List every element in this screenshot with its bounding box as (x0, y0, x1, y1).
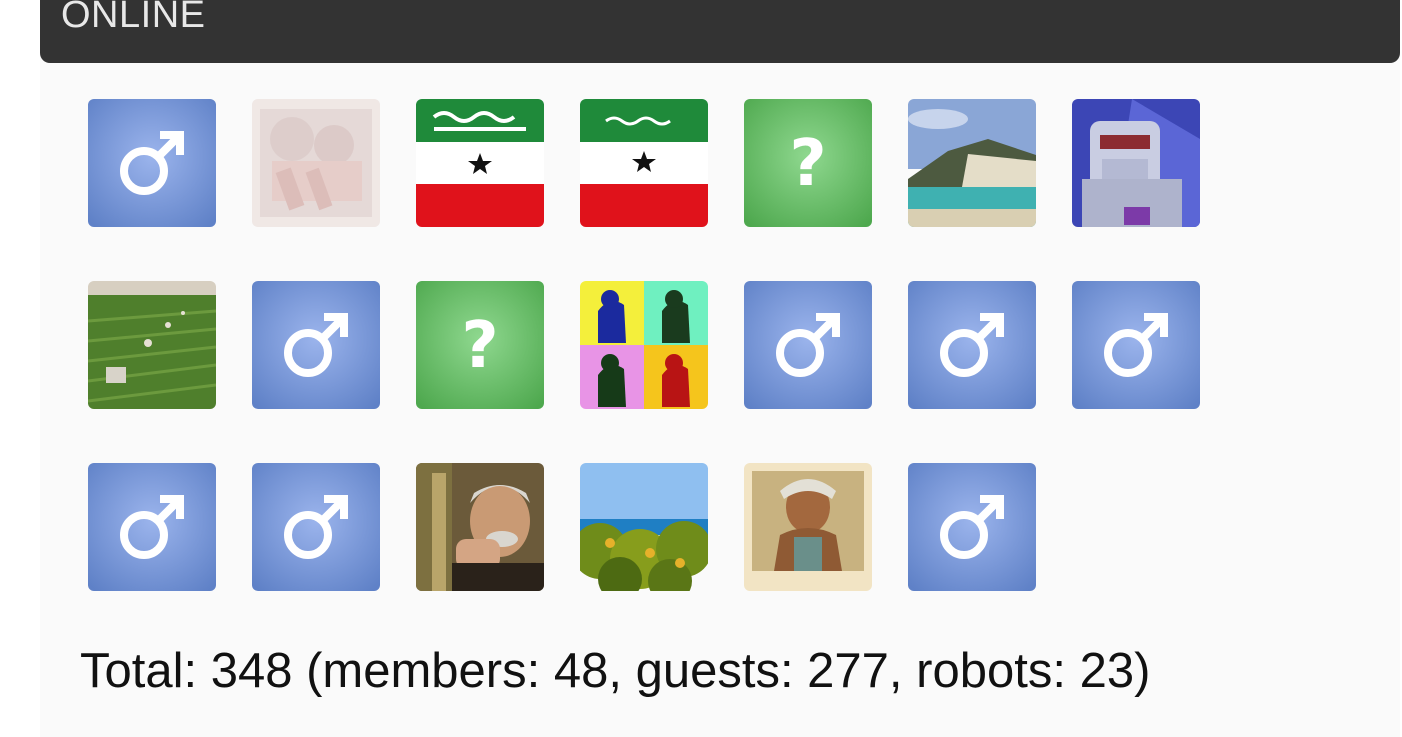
avatar-flag-photo[interactable] (580, 99, 708, 227)
avatar-painting-photo[interactable] (744, 463, 872, 591)
avatar-popart-photo[interactable] (580, 281, 708, 409)
avatar-robot-photo[interactable] (1072, 99, 1200, 227)
avatar-male-icon[interactable] (88, 463, 216, 591)
avatar-male-icon[interactable] (252, 463, 380, 591)
avatar-unknown-icon[interactable] (416, 281, 544, 409)
avatar-male-icon[interactable] (1072, 281, 1200, 409)
header-title: ONLINE (61, 0, 206, 36)
avatar-poster-photo[interactable] (252, 99, 380, 227)
avatar-male-icon[interactable] (908, 281, 1036, 409)
avatar-male-icon[interactable] (744, 281, 872, 409)
avatar-man-photo[interactable] (416, 463, 544, 591)
online-total-text: Total: 348 (members: 48, guests: 277, ro… (80, 644, 1151, 698)
avatar-male-icon[interactable] (252, 281, 380, 409)
avatar-unknown-icon[interactable] (744, 99, 872, 227)
avatar-beach-photo[interactable] (908, 99, 1036, 227)
avatar-male-icon[interactable] (88, 99, 216, 227)
avatar-farm-photo[interactable] (88, 281, 216, 409)
avatar-flag-photo[interactable] (416, 99, 544, 227)
avatar-male-icon[interactable] (908, 463, 1036, 591)
online-header (40, 0, 1400, 63)
avatar-coast-photo[interactable] (580, 463, 708, 591)
